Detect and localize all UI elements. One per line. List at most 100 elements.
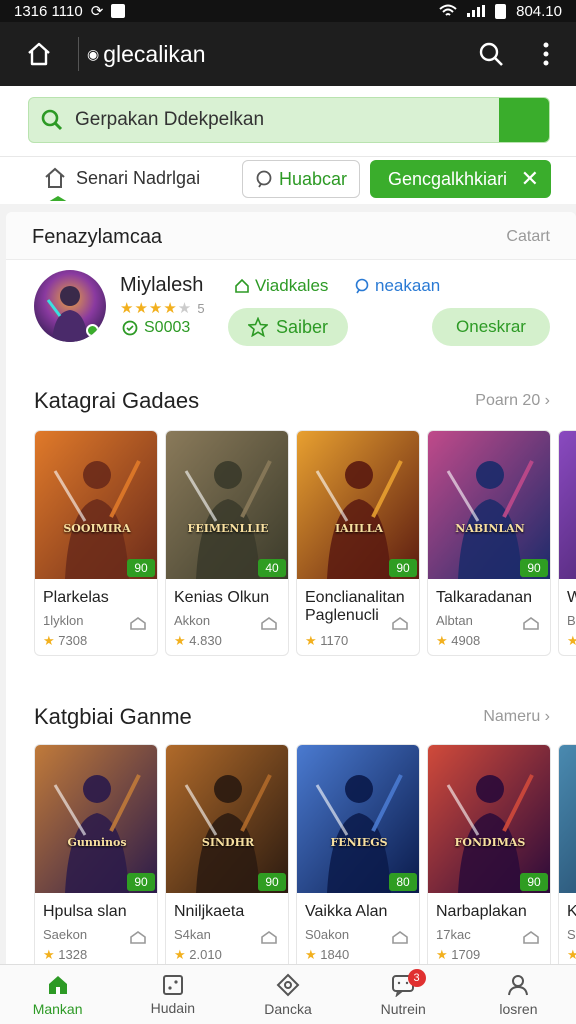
game-rating: ★ 1170 — [305, 633, 348, 649]
game-subtitle: Bo — [567, 613, 576, 628]
filter-chip-outline-label: Huabcar — [278, 168, 348, 189]
section-more-label-1: Poarn 20 — [475, 392, 541, 409]
game-cover-title: FEIMENLLIE — [187, 522, 269, 535]
game-rating: ★ 4.830 — [174, 633, 222, 649]
bookmark-icon[interactable] — [391, 617, 409, 631]
filter-chip-active[interactable]: Gencgalkhkiari ✕ — [370, 160, 551, 198]
nav-item-grid[interactable]: Hudain — [115, 965, 230, 1024]
game-subtitle: 17kac — [436, 927, 471, 942]
search-submit-button[interactable] — [499, 98, 549, 142]
star-icon: ★ — [43, 633, 55, 648]
game-subtitle: Albtan — [436, 613, 473, 628]
game-card[interactable]: Gunninos 90 Hpulsa slan Saekon ★ 1328 — [34, 744, 158, 970]
game-rating-value: 1170 — [320, 633, 349, 648]
game-card[interactable]: IAIILLA 90 Eonclianalitan Paglenucli ★ 1170 — [296, 430, 420, 656]
home-icon — [48, 975, 67, 994]
nav-item-games[interactable]: Dancka — [230, 965, 345, 1024]
profile-star-button[interactable]: Saiber — [228, 308, 348, 346]
game-card[interactable]: FEIMENLLIE 40 Kenias Olkun Akkon ★ 4.830 — [165, 430, 289, 656]
bookmark-icon[interactable] — [129, 931, 147, 945]
bookmark-icon[interactable] — [391, 931, 409, 945]
game-rating-value: 1328 — [58, 947, 88, 962]
filter-chip-outline[interactable]: Huabcar — [242, 160, 360, 198]
profile-action-button[interactable]: Oneskrar — [432, 308, 550, 346]
nav-label-games: Dancka — [264, 1000, 312, 1017]
house-small-icon — [235, 278, 249, 293]
filter-home-tab[interactable]: Senari Nadrlgai — [44, 167, 200, 189]
search-field-icon — [29, 109, 75, 131]
game-subtitle: S4kan — [174, 927, 211, 942]
nav-item-profile[interactable]: losren — [461, 965, 576, 1024]
star-icon: ★ — [436, 633, 448, 648]
section-more-link-2[interactable]: Nameru › — [483, 708, 550, 726]
game-title: Vaikka Alan — [305, 903, 388, 920]
game-badge: 40 — [258, 559, 286, 577]
nav-item-home[interactable]: Mankan — [0, 965, 115, 1024]
game-title: Nniljkaeta — [174, 903, 245, 920]
search-bar — [28, 97, 550, 143]
game-card[interactable]: Ke Sc ★ — [558, 744, 576, 970]
nav-label-profile: losren — [499, 1000, 538, 1017]
section-more-link-1[interactable]: Poarn 20 › — [475, 392, 550, 410]
game-badge: 90 — [520, 873, 548, 891]
game-cover-image: FONDIMAS 90 — [428, 745, 550, 893]
brand-logo-icon: ◉ — [87, 45, 100, 62]
bookmark-icon[interactable] — [129, 617, 147, 631]
bookmark-icon[interactable] — [260, 931, 278, 945]
avatar[interactable] — [34, 270, 106, 342]
bookmark-icon[interactable] — [522, 931, 540, 945]
wifi-icon — [439, 4, 457, 16]
profile-link-blue[interactable]: neakaan — [354, 276, 440, 296]
notification-badge: 3 — [407, 969, 426, 987]
game-rating-value: 4908 — [451, 633, 481, 648]
close-icon[interactable]: ✕ — [521, 166, 539, 192]
bookmark-icon[interactable] — [522, 617, 540, 631]
profile-coins: S0003 — [122, 319, 190, 337]
game-rating-value: 7308 — [58, 633, 88, 648]
game-card[interactable]: Wo Bo ★ — [558, 430, 576, 656]
game-subtitle: 1lyklon — [43, 613, 84, 628]
profile-rating: ★★★★★ 5 — [120, 300, 205, 317]
toolbar-divider — [78, 37, 79, 71]
game-rating: ★ 1328 — [43, 947, 87, 963]
signal-icon — [467, 5, 486, 17]
game-card[interactable]: SINDHR 90 Nniljkaeta S4kan ★ 2.010 — [165, 744, 289, 970]
card-header: Fenazylamcaa Catart — [6, 212, 576, 260]
game-subtitle: Akkon — [174, 613, 211, 628]
toolbar-search-button[interactable] — [466, 22, 516, 86]
game-title: Hpulsa slan — [43, 903, 127, 920]
game-card[interactable]: FENIEGS 80 Vaikka Alan S0akon ★ 1840 — [296, 744, 420, 970]
home-outline-icon — [45, 167, 65, 188]
game-badge: 90 — [258, 873, 286, 891]
game-subtitle: Saekon — [43, 927, 88, 942]
game-card[interactable]: SOOIMIRA 90 Plarkelas 1lyklon ★ 7308 — [34, 430, 158, 656]
bottom-navigation: Mankan Hudain Dancka 3 Nutrein losren — [0, 964, 576, 1024]
game-cover-title: Gunninos — [67, 836, 127, 849]
game-card[interactable]: NABINLAN 90 Talkaradanan Albtan ★ 4908 — [427, 430, 551, 656]
game-rating-value: 1709 — [451, 947, 481, 962]
card-action-link[interactable]: Catart — [506, 228, 550, 246]
game-cover-image: SINDHR 90 — [166, 745, 288, 893]
profile-link-blue-label: neakaan — [375, 276, 441, 295]
game-title: Ke — [567, 903, 576, 921]
search-input[interactable] — [75, 109, 499, 131]
main-card: Fenazylamcaa Catart Miylalesh ★★★★★ 5 S0… — [6, 212, 576, 1012]
game-cover-title: NABINLAN — [455, 522, 525, 535]
home-button[interactable] — [0, 22, 78, 86]
nav-item-messages[interactable]: 3 Nutrein — [346, 965, 461, 1024]
star-icon: ★ — [305, 947, 317, 962]
app-title: glecalikan — [103, 40, 206, 67]
game-title: Talkaradanan — [436, 589, 533, 606]
section-more-label-2: Nameru — [483, 708, 541, 725]
game-card[interactable]: FONDIMAS 90 Narbaplakan 17kac ★ 1709 — [427, 744, 551, 970]
bookmark-icon[interactable] — [260, 617, 278, 631]
game-rating: ★ — [567, 633, 576, 649]
star-icon: ★ — [174, 947, 186, 962]
gamepad-icon — [276, 973, 300, 996]
coin-icon — [122, 320, 138, 336]
overflow-menu-button[interactable] — [516, 22, 576, 86]
game-cover-image — [559, 745, 576, 893]
app-toolbar: ◉ glecalikan — [0, 22, 576, 86]
sync-icon: ⟳ — [90, 3, 104, 20]
profile-link-green[interactable]: Viadkales — [234, 276, 328, 296]
